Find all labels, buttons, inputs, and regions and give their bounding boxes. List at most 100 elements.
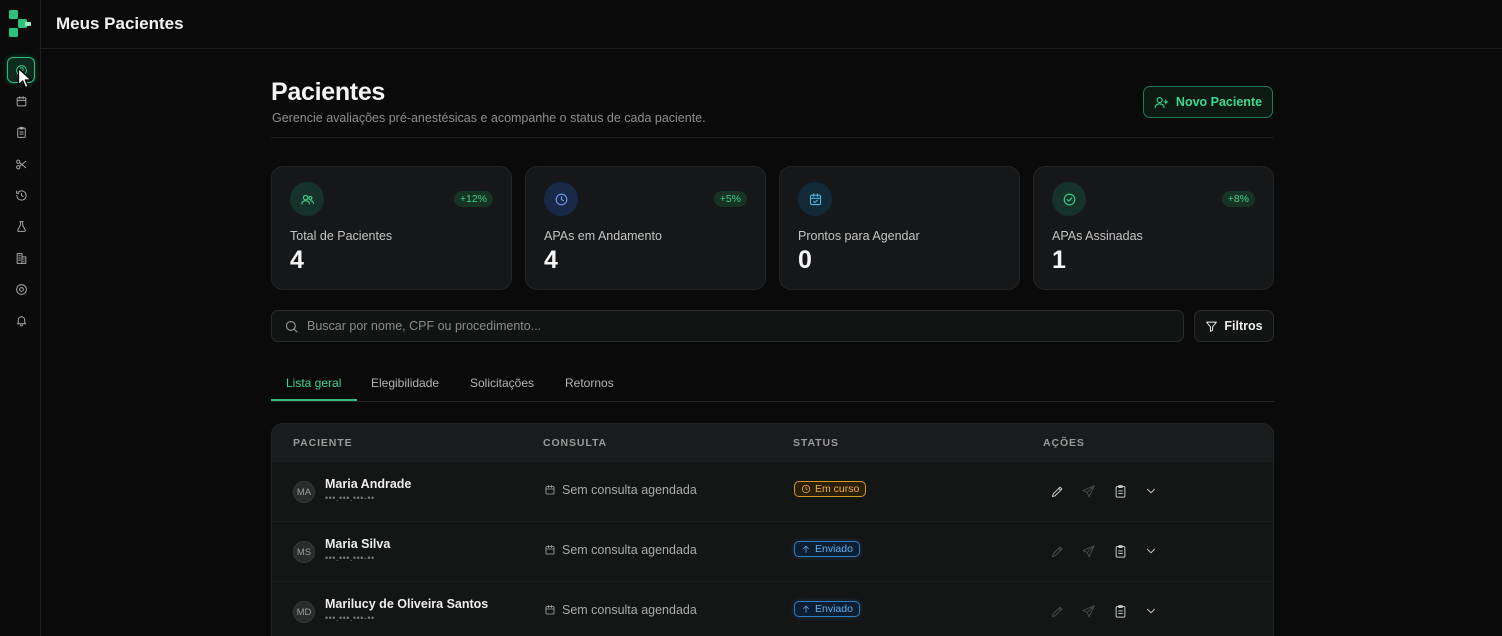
edit-button[interactable] bbox=[1048, 482, 1066, 500]
stat-card-total-patients: +12% Total de Pacientes 4 bbox=[271, 166, 512, 290]
sidebar-item-lab[interactable] bbox=[7, 213, 35, 239]
sidebar-item-procedures[interactable] bbox=[7, 151, 35, 177]
send-button[interactable] bbox=[1079, 602, 1097, 620]
sidebar-item-patients[interactable] bbox=[7, 57, 35, 83]
arrow-up-icon bbox=[803, 605, 809, 613]
stat-card-ready-to-schedule: Prontos para Agendar 0 bbox=[779, 166, 1020, 290]
calendar-icon bbox=[545, 485, 555, 495]
send-button[interactable] bbox=[1079, 542, 1097, 560]
consulta-text: Sem consulta agendada bbox=[562, 603, 697, 617]
stat-label: Total de Pacientes bbox=[290, 229, 393, 243]
flask-icon bbox=[16, 220, 26, 232]
sidebar-item-notifications[interactable] bbox=[7, 307, 35, 333]
search-bar bbox=[271, 310, 1184, 342]
edit-button[interactable] bbox=[1048, 602, 1066, 620]
check-circle-icon bbox=[1063, 193, 1075, 205]
clipboard-icon bbox=[1115, 484, 1125, 498]
sidebar-item-calendar[interactable] bbox=[7, 88, 35, 114]
new-patient-button[interactable]: Novo Paciente bbox=[1143, 86, 1273, 118]
send-button[interactable] bbox=[1079, 482, 1097, 500]
status-text: Enviado bbox=[815, 603, 853, 615]
history-icon bbox=[15, 189, 27, 201]
tab-retornos[interactable]: Retornos bbox=[565, 376, 614, 390]
new-patient-label: Novo Paciente bbox=[1175, 95, 1263, 109]
column-header: CONSULTA bbox=[543, 437, 607, 449]
expand-row-button[interactable] bbox=[1142, 542, 1160, 560]
chevron-down-icon bbox=[1147, 608, 1155, 614]
stat-value: 1 bbox=[1052, 246, 1066, 274]
search-input[interactable] bbox=[307, 319, 1183, 333]
tab-elegibilidade[interactable]: Elegibilidade bbox=[371, 376, 439, 390]
chevron-down-icon bbox=[1147, 548, 1155, 554]
clock-icon bbox=[555, 193, 567, 205]
card-icon-wrap bbox=[544, 182, 578, 216]
tab-bar: Lista geral Elegibilidade Solicitações R… bbox=[271, 367, 1274, 402]
stat-label: APAs em Andamento bbox=[544, 229, 662, 243]
expand-row-button[interactable] bbox=[1142, 602, 1160, 620]
active-tab-indicator bbox=[271, 399, 357, 401]
calendar-icon bbox=[545, 545, 555, 555]
card-icon-wrap bbox=[290, 182, 324, 216]
avatar: MA bbox=[293, 481, 315, 503]
edit-button[interactable] bbox=[1048, 542, 1066, 560]
stat-card-apas-in-progress: +5% APAs em Andamento 4 bbox=[525, 166, 766, 290]
pencil-icon bbox=[1051, 546, 1062, 557]
consulta-cell: Sem consulta agendada bbox=[544, 603, 697, 617]
topbar-title: Meus Pacientes bbox=[56, 14, 184, 33]
sidebar-item-buildings[interactable] bbox=[7, 245, 35, 271]
user-circle-icon bbox=[15, 64, 27, 76]
search-icon bbox=[285, 320, 298, 332]
tab-solicitacoes[interactable]: Solicitações bbox=[470, 376, 534, 390]
stat-value: 0 bbox=[798, 246, 812, 274]
expand-row-button[interactable] bbox=[1142, 482, 1160, 500]
clipboard-button[interactable] bbox=[1111, 542, 1129, 560]
header-divider bbox=[271, 137, 1274, 138]
patient-cpf: •••.•••.•••-•• bbox=[325, 553, 375, 563]
table-row[interactable]: MD Marilucy de Oliveira Santos •••.•••.•… bbox=[272, 581, 1273, 636]
sidebar-item-history[interactable] bbox=[7, 182, 35, 208]
patient-name[interactable]: Marilucy de Oliveira Santos bbox=[325, 597, 488, 611]
patient-name[interactable]: Maria Andrade bbox=[325, 477, 411, 491]
stat-badge: +8% bbox=[1221, 191, 1255, 207]
calendar-icon bbox=[16, 95, 26, 106]
pencil-icon bbox=[1051, 606, 1062, 617]
scissors-icon bbox=[15, 159, 26, 169]
patient-name[interactable]: Maria Silva bbox=[325, 537, 390, 551]
chevron-down-icon bbox=[1147, 488, 1155, 494]
table-row[interactable]: MS Maria Silva •••.•••.•••-•• Sem consul… bbox=[272, 521, 1273, 581]
avatar: MD bbox=[293, 601, 315, 623]
consulta-cell: Sem consulta agendada bbox=[544, 543, 697, 557]
bell-icon bbox=[16, 315, 26, 326]
stat-label: Prontos para Agendar bbox=[798, 229, 920, 243]
filters-label: Filtros bbox=[1224, 319, 1263, 333]
tab-lista-geral[interactable]: Lista geral bbox=[286, 376, 341, 390]
filters-button[interactable]: Filtros bbox=[1194, 310, 1274, 342]
patient-cpf: •••.•••.•••-•• bbox=[325, 613, 375, 623]
page-title: Pacientes bbox=[271, 78, 386, 106]
send-icon bbox=[1081, 484, 1095, 497]
status-badge: Enviado bbox=[794, 601, 860, 617]
sidebar-item-profile[interactable] bbox=[7, 276, 35, 302]
consulta-text: Sem consulta agendada bbox=[562, 483, 697, 497]
sidebar-item-clipboard[interactable] bbox=[7, 119, 35, 145]
column-header: STATUS bbox=[793, 437, 839, 449]
column-header: AÇÕES bbox=[1043, 437, 1085, 449]
table-row[interactable]: MA Maria Andrade •••.•••.•••-•• Sem cons… bbox=[272, 461, 1273, 521]
sidebar bbox=[0, 0, 41, 636]
calendar-check-icon bbox=[809, 192, 821, 205]
send-icon bbox=[1081, 544, 1095, 557]
users-icon bbox=[300, 194, 314, 204]
consulta-cell: Sem consulta agendada bbox=[544, 483, 697, 497]
clipboard-button[interactable] bbox=[1111, 602, 1129, 620]
user-plus-icon bbox=[1154, 96, 1169, 108]
status-text: Enviado bbox=[815, 543, 853, 555]
clipboard-icon bbox=[1115, 544, 1125, 558]
stat-card-signed-apas: +8% APAs Assinadas 1 bbox=[1033, 166, 1274, 290]
stat-value: 4 bbox=[544, 246, 558, 274]
topbar: Meus Pacientes bbox=[41, 0, 1502, 49]
clipboard-button[interactable] bbox=[1111, 482, 1129, 500]
calendar-icon bbox=[545, 605, 555, 615]
stat-value: 4 bbox=[290, 246, 304, 274]
clipboard-icon bbox=[16, 126, 26, 138]
app-logo[interactable] bbox=[8, 9, 34, 39]
